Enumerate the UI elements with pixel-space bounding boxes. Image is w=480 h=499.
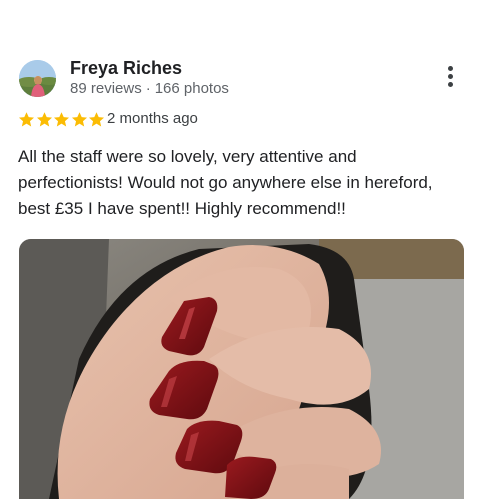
star-icon bbox=[53, 112, 70, 127]
star-icon bbox=[36, 112, 52, 127]
more-vert-dot bbox=[447, 74, 453, 79]
more-vert-dot bbox=[447, 82, 453, 87]
nails-photo bbox=[19, 239, 464, 499]
photo-count: 166 photos bbox=[154, 80, 229, 97]
star-icon bbox=[18, 112, 35, 127]
avatar[interactable] bbox=[19, 60, 56, 97]
review-photo[interactable] bbox=[19, 239, 464, 499]
review-card: Freya Riches 89 reviews · 166 photos 2 mon… bbox=[0, 0, 480, 499]
author-meta: 89 reviews · 166 photos bbox=[70, 80, 229, 97]
star-icon bbox=[71, 112, 87, 127]
meta-separator: · bbox=[145, 80, 151, 97]
review-text-line: perfectionists! Would not go anywhere el… bbox=[18, 173, 433, 192]
more-options-button[interactable] bbox=[438, 66, 462, 94]
review-text: All the staff were so lovely, very atten… bbox=[18, 144, 466, 222]
star-rating bbox=[18, 111, 106, 128]
author-name[interactable]: Freya Riches bbox=[70, 58, 182, 79]
review-text-line: best £35 I have spent!! Highly recommend… bbox=[18, 199, 346, 218]
more-vert-icon bbox=[447, 66, 453, 71]
star-icon bbox=[88, 112, 105, 127]
review-text-line: All the staff were so lovely, very atten… bbox=[18, 147, 357, 166]
review-date: 2 months ago bbox=[107, 110, 198, 127]
review-count: 89 reviews bbox=[70, 80, 142, 97]
avatar-image bbox=[19, 60, 56, 97]
